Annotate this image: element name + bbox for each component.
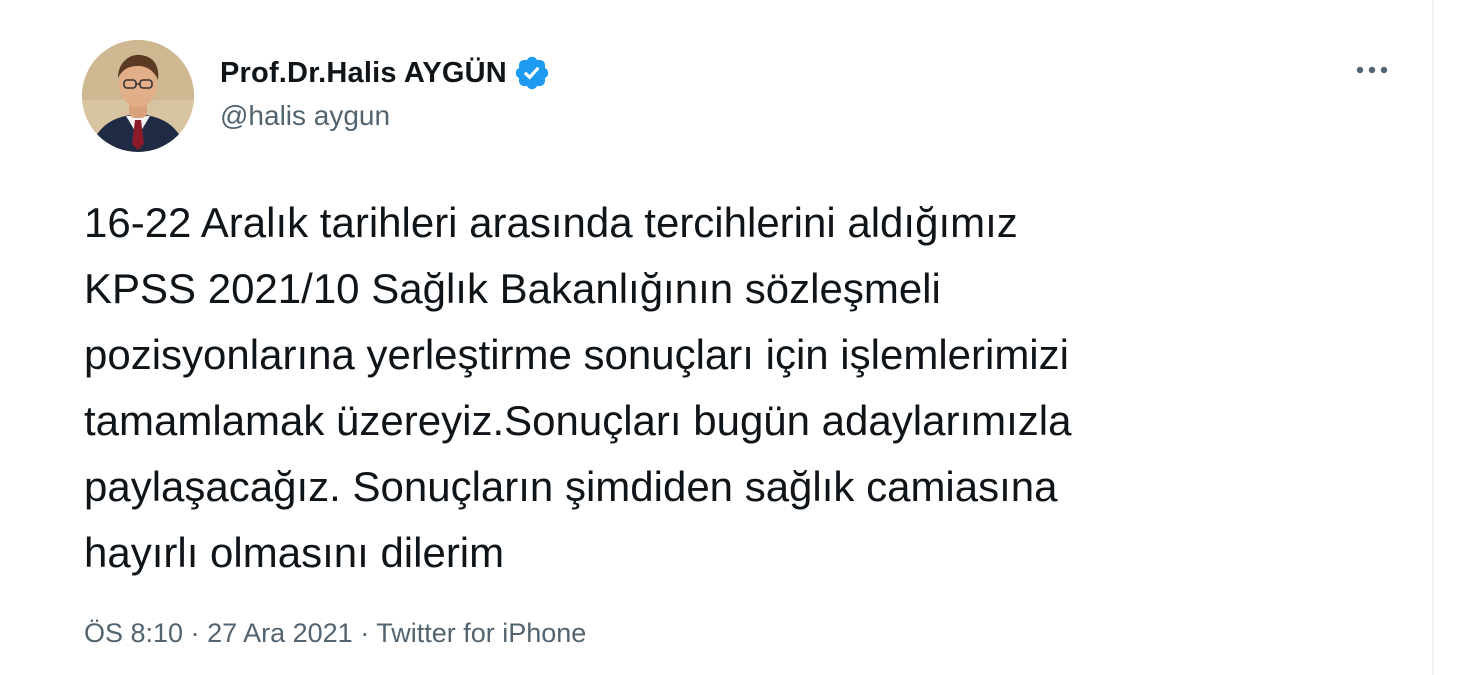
tweet-card: Prof.Dr.Halis AYGÜN @halis aygun 16-22 A…: [0, 0, 1472, 675]
tweet-source[interactable]: Twitter for iPhone: [376, 618, 586, 648]
more-options-button[interactable]: [1350, 50, 1394, 90]
meta-separator: ·: [352, 618, 377, 648]
verified-badge-icon: [513, 54, 551, 92]
column-divider: [1432, 0, 1434, 675]
more-horizontal-icon: [1356, 66, 1388, 74]
tweet-text-line: paylaşacağız. Sonuçların şimdiden sağlık…: [84, 463, 1058, 510]
avatar[interactable]: [82, 40, 194, 152]
author-display-name[interactable]: Prof.Dr.Halis AYGÜN: [220, 57, 507, 90]
tweet-text-line: pozisyonlarına yerleştirme sonuçları içi…: [84, 331, 1069, 378]
tweet-text-line: tamamlamak üzereyiz.Sonuçları bugün aday…: [84, 397, 1072, 444]
tweet-time[interactable]: ÖS 8:10: [84, 618, 183, 648]
author-name-row: Prof.Dr.Halis AYGÜN: [220, 52, 551, 94]
avatar-image: [82, 40, 194, 152]
tweet-text-line: KPSS 2021/10 Sağlık Bakanlığının sözleşm…: [84, 265, 941, 312]
tweet-text-line: 16-22 Aralık tarihleri arasında tercihle…: [84, 199, 1018, 246]
meta-separator: ·: [183, 618, 208, 648]
tweet-metadata: ÖS 8:10 · 27 Ara 2021 · Twitter for iPho…: [84, 618, 586, 649]
tweet-text: 16-22 Aralık tarihleri arasında tercihle…: [84, 190, 1384, 586]
tweet-date[interactable]: 27 Ara 2021: [207, 618, 353, 648]
tweet-text-line: hayırlı olmasını dilerim: [84, 529, 505, 576]
author-handle[interactable]: @halis aygun: [220, 100, 390, 132]
